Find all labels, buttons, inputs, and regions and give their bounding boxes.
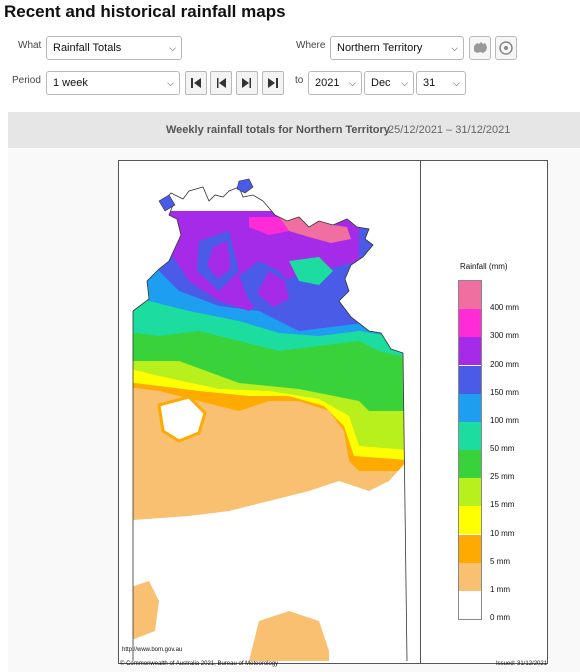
map-issued-date: Issued: 31/12/2021 xyxy=(496,661,548,667)
year-select[interactable]: 2021 ⌵ xyxy=(308,71,362,95)
legend-swatch xyxy=(459,393,481,422)
legend-swatch xyxy=(459,590,481,619)
my-location-button[interactable] xyxy=(495,36,517,60)
legend-swatch xyxy=(459,562,481,591)
step-back-icon xyxy=(217,78,226,88)
year-select-value: 2021 xyxy=(315,77,340,89)
legend-label: 300 mm xyxy=(490,331,519,341)
chevron-down-icon: ⌵ xyxy=(451,43,458,53)
month-select[interactable]: Dec ⌵ xyxy=(364,71,414,95)
legend-title: Rainfall (mm) xyxy=(460,262,508,271)
australia-map-button[interactable] xyxy=(469,36,491,60)
legend-label: 15 mm xyxy=(490,500,515,510)
legend-swatch xyxy=(459,281,481,310)
map-title: Weekly rainfall totals for Northern Terr… xyxy=(166,124,390,136)
legend-label: 1 mm xyxy=(490,584,510,594)
legend-swatch xyxy=(459,365,481,394)
map-title-banner: Weekly rainfall totals for Northern Terr… xyxy=(8,112,580,148)
legend-label: 10 mm xyxy=(490,528,515,538)
legend-swatch xyxy=(459,337,481,366)
where-label: Where xyxy=(296,40,326,51)
what-label: What xyxy=(18,40,42,51)
skip-to-first-icon xyxy=(191,78,201,88)
where-select-value: Northern Territory xyxy=(337,42,423,54)
rainfall-map xyxy=(118,160,548,664)
chevron-down-icon: ⌵ xyxy=(167,78,174,88)
first-period-button[interactable] xyxy=(185,71,207,95)
chevron-down-icon: ⌵ xyxy=(349,78,356,88)
to-label: to xyxy=(295,75,304,86)
rainfall-contour-map xyxy=(132,178,408,662)
legend-label: 25 mm xyxy=(490,472,515,482)
legend-color-bar xyxy=(458,280,482,620)
where-select[interactable]: Northern Territory ⌵ xyxy=(330,36,464,60)
what-select[interactable]: Rainfall Totals ⌵ xyxy=(46,36,182,60)
period-label: Period xyxy=(12,75,41,86)
location-pin-icon xyxy=(499,41,513,55)
legend-label: 5 mm xyxy=(490,556,510,566)
map-legend-divider xyxy=(420,161,421,663)
chevron-down-icon: ⌵ xyxy=(453,78,460,88)
map-date-range: 25/12/2021 – 31/12/2021 xyxy=(388,124,511,136)
last-period-button[interactable] xyxy=(262,71,284,95)
legend-label: 100 mm xyxy=(490,415,519,425)
legend-label: 400 mm xyxy=(490,303,519,313)
step-forward-icon xyxy=(242,78,251,88)
australia-map-icon xyxy=(474,42,487,53)
legend-label: 200 mm xyxy=(490,359,519,369)
legend-label: 0 mm xyxy=(490,613,510,622)
legend-swatch xyxy=(459,478,481,507)
skip-to-last-icon xyxy=(268,78,278,88)
month-select-value: Dec xyxy=(371,77,391,89)
chevron-down-icon: ⌵ xyxy=(401,78,408,88)
period-select-value: 1 week xyxy=(53,77,88,89)
legend-swatch xyxy=(459,534,481,563)
what-select-value: Rainfall Totals xyxy=(53,42,122,54)
day-select-value: 31 xyxy=(423,77,436,89)
next-period-button[interactable] xyxy=(236,71,258,95)
legend-swatch xyxy=(459,506,481,535)
map-copyright: © Commonwealth of Australia 2021, Bureau… xyxy=(120,661,279,667)
legend-swatch xyxy=(459,309,481,338)
page-title: Recent and historical rainfall maps xyxy=(4,2,286,21)
day-select[interactable]: 31 ⌵ xyxy=(416,71,466,95)
legend-label: 150 mm xyxy=(490,387,519,397)
map-url: http://www.bom.gov.au xyxy=(122,647,183,653)
previous-period-button[interactable] xyxy=(210,71,232,95)
legend-swatch xyxy=(459,421,481,450)
legend-label: 50 mm xyxy=(490,444,515,453)
legend-swatch xyxy=(459,450,481,479)
period-select[interactable]: 1 week ⌵ xyxy=(46,71,180,95)
chevron-down-icon: ⌵ xyxy=(169,43,176,53)
